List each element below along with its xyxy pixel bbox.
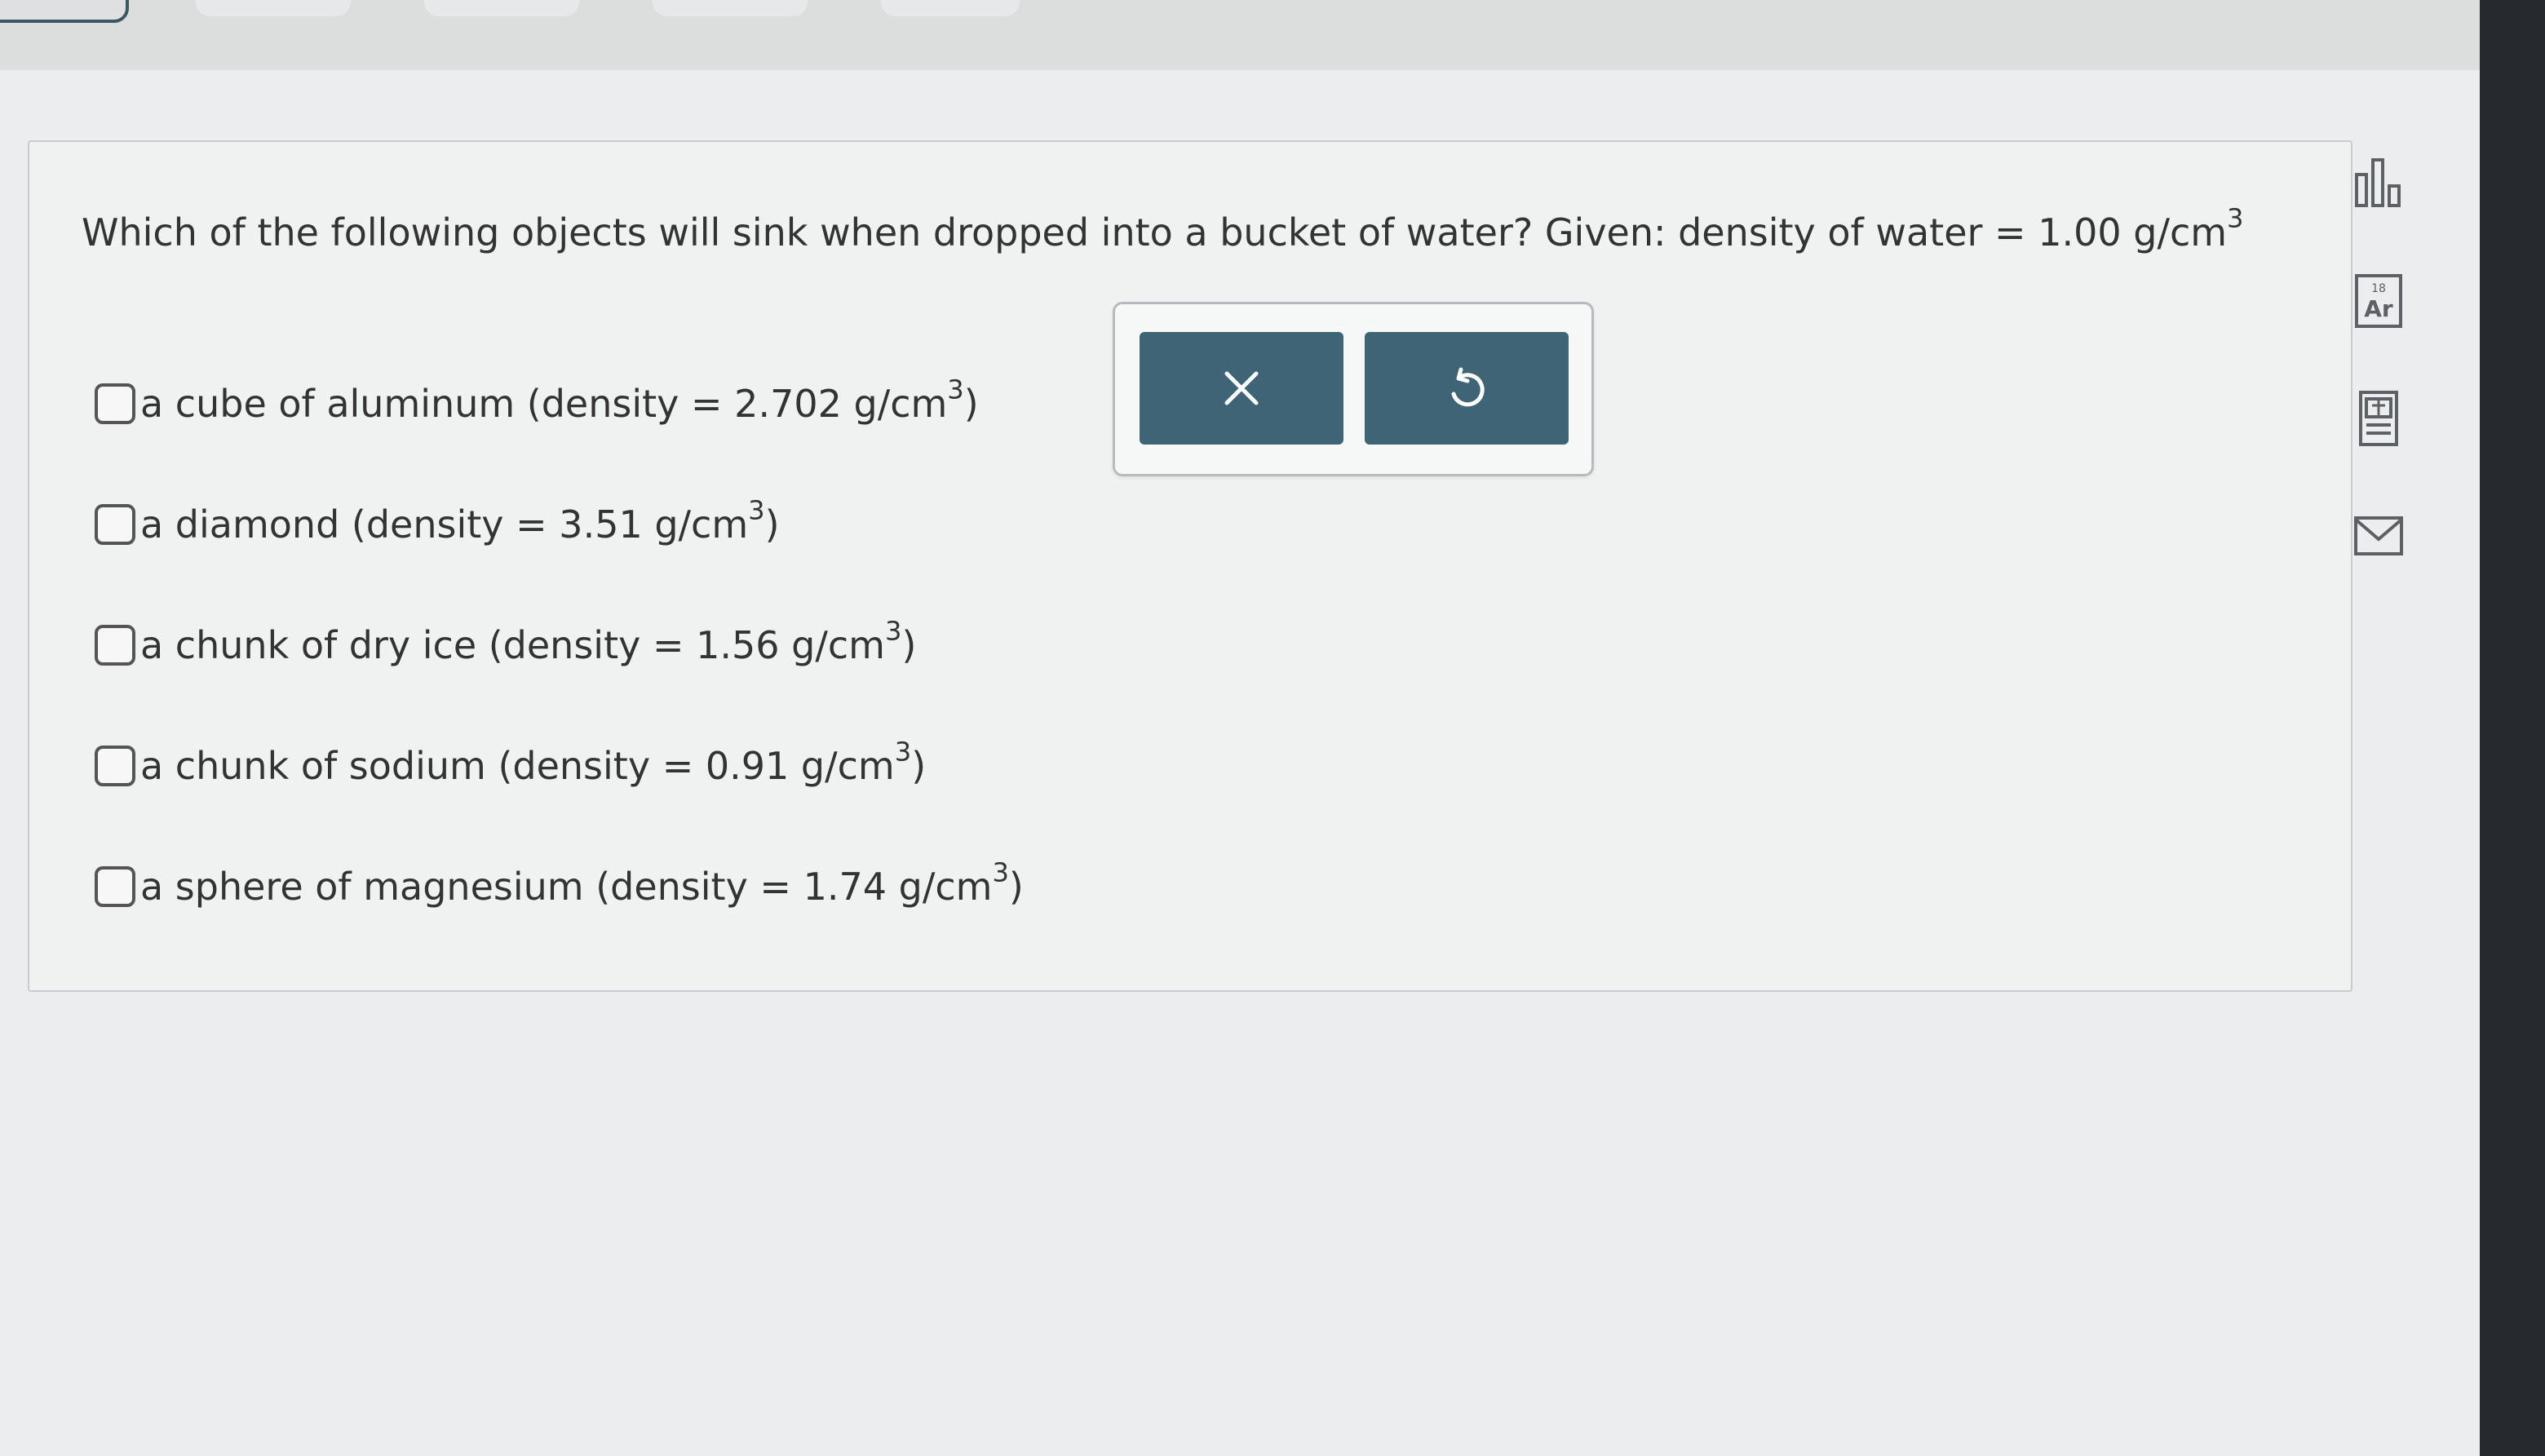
option-checkbox[interactable]	[95, 504, 135, 545]
option-magnesium[interactable]: a sphere of magnesium (density = 1.74 g/…	[95, 858, 1024, 915]
top-tab[interactable]	[653, 0, 808, 16]
option-checkbox[interactable]	[95, 625, 135, 666]
option-label: a diamond (density = 3.51 g/cm3)	[140, 494, 780, 547]
svg-text:18: 18	[2371, 282, 2386, 295]
option-checkbox[interactable]	[95, 866, 135, 907]
top-tab[interactable]	[881, 0, 1020, 16]
option-label: a cube of aluminum (density = 2.702 g/cm…	[140, 374, 979, 426]
option-checkbox[interactable]	[95, 746, 135, 786]
svg-text:Ar: Ar	[2364, 295, 2393, 322]
option-label: a chunk of dry ice (density = 1.56 g/cm3…	[140, 615, 917, 667]
top-tab[interactable]	[424, 0, 579, 16]
answer-action-panel	[1113, 302, 1594, 476]
calculator-button[interactable]	[2338, 374, 2419, 463]
top-tab[interactable]	[196, 0, 351, 16]
answer-options: a cube of aluminum (density = 2.702 g/cm…	[95, 375, 1024, 979]
mail-icon	[2354, 516, 2403, 555]
question-text: Which of the following objects will sink…	[82, 202, 2244, 254]
option-label: a sphere of magnesium (density = 1.74 g/…	[140, 856, 1024, 909]
clear-button[interactable]	[1140, 332, 1343, 445]
option-dry-ice[interactable]: a chunk of dry ice (density = 1.56 g/cm3…	[95, 617, 1024, 674]
top-bar	[0, 0, 2480, 70]
chart-tool-button[interactable]	[2338, 139, 2419, 228]
bar-chart-icon	[2355, 158, 2401, 207]
top-tab-active[interactable]	[0, 0, 129, 23]
close-icon	[1224, 371, 1259, 405]
mail-button[interactable]	[2338, 491, 2419, 581]
option-checkbox[interactable]	[95, 383, 135, 424]
option-aluminum[interactable]: a cube of aluminum (density = 2.702 g/cm…	[95, 375, 1024, 432]
option-sodium[interactable]: a chunk of sodium (density = 0.91 g/cm3)	[95, 737, 1024, 794]
undo-button[interactable]	[1365, 332, 1569, 445]
periodic-table-button[interactable]: 18 Ar	[2338, 256, 2419, 346]
side-toolbar: 18 Ar	[2338, 139, 2419, 609]
undo-icon	[1451, 367, 1485, 407]
calculator-icon	[2359, 391, 2398, 446]
window-edge	[2480, 0, 2545, 1456]
option-label: a chunk of sodium (density = 0.91 g/cm3)	[140, 736, 927, 788]
option-diamond[interactable]: a diamond (density = 3.51 g/cm3)	[95, 496, 1024, 553]
periodic-table-icon: 18 Ar	[2355, 274, 2402, 328]
